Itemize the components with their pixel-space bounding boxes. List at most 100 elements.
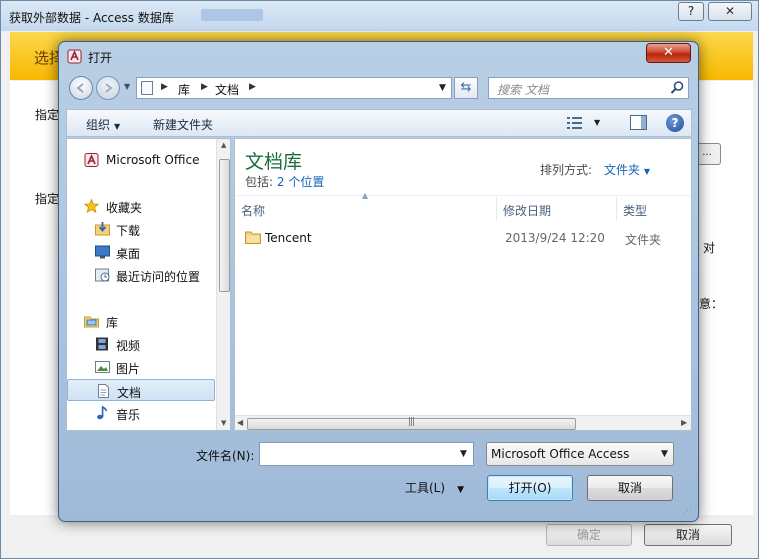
sidebar-item-downloads[interactable]: 下载 [67, 218, 215, 240]
scroll-thumb[interactable]: ||| [247, 417, 576, 430]
file-row[interactable]: Tencent 2013/9/24 12:20 文件夹 [235, 225, 691, 251]
address-bar[interactable]: ▶ 库 ▶ 文档 ▶ ▼ [136, 77, 452, 99]
dialog-title: 打开 [88, 51, 113, 65]
forward-arrow-icon [105, 83, 113, 93]
background-label-specify-1: 指定 [35, 108, 60, 122]
access-icon [67, 49, 82, 64]
resize-grip-icon[interactable]: ⋰ [683, 506, 692, 516]
file-name-input[interactable] [260, 443, 455, 465]
column-header-type[interactable]: 类型 [617, 197, 691, 221]
forward-button[interactable] [96, 76, 120, 100]
open-button[interactable]: 打开(O) [487, 475, 573, 501]
search-box[interactable]: 搜索 文档 [488, 77, 689, 99]
column-header-divider [235, 195, 691, 196]
chevron-down-icon: ▼ [457, 485, 464, 495]
video-icon [96, 337, 108, 351]
search-placeholder: 搜索 文档 [497, 83, 549, 97]
sidebar-item-label: 库 [106, 316, 119, 330]
file-name: Tencent [265, 231, 312, 245]
file-list-pane: 文档库 包括: 2 个位置 排列方式: 文件夹 ▼ ▲ 名称 修改日期 类型 T… [234, 138, 692, 431]
address-segment-documents[interactable]: 文档 [215, 81, 239, 98]
view-list-icon[interactable] [567, 117, 583, 129]
chevron-down-icon: ▼ [643, 167, 650, 176]
background-titlebar: 获取外部数据 - Access 数据库 ? ✕ [1, 1, 758, 31]
file-type: 文件夹 [625, 233, 662, 247]
search-icon[interactable] [669, 80, 685, 96]
organize-button[interactable]: 组织 ▼ [86, 116, 120, 133]
cancel-button[interactable]: 取消 [587, 475, 673, 501]
tools-button[interactable]: 工具(L) ▼ [405, 479, 464, 496]
file-type-value: Microsoft Office Access [491, 447, 630, 461]
sidebar-item-label: 最近访问的位置 [116, 270, 201, 284]
library-includes: 包括: 2 个位置 [245, 173, 324, 190]
chevron-down-icon: ▼ [661, 449, 668, 459]
arrange-by-dropdown[interactable]: 文件夹 ▼ [604, 161, 650, 178]
file-modified-date: 2013/9/24 12:20 [505, 231, 605, 245]
library-title: 文档库 [245, 151, 303, 173]
sidebar-item-label: 下载 [116, 224, 141, 238]
desktop-icon [95, 245, 110, 259]
sidebar-item-documents[interactable]: 文档 [67, 379, 215, 401]
sidebar-item-libraries[interactable]: 库 [67, 310, 215, 332]
picture-icon [95, 361, 110, 373]
sidebar-item-videos[interactable]: 视频 [67, 333, 215, 355]
background-ok-button[interactable]: 确定 [546, 524, 632, 546]
file-type-select[interactable]: Microsoft Office Access ▼ [486, 442, 674, 466]
file-name-combobox[interactable]: ▼ [259, 442, 474, 466]
includes-label: 包括: [245, 175, 274, 189]
background-cancel-button[interactable]: 取消 [644, 524, 732, 546]
navigation-pane: Microsoft Office 收藏夹 下载 桌面 最近访问的位置 库 视频 [66, 138, 231, 431]
sidebar-item-favorites[interactable]: 收藏夹 [67, 195, 215, 217]
sidebar-item-recent-places[interactable]: 最近访问的位置 [67, 264, 215, 286]
navigation-pane-scrollbar[interactable]: ▲ ▼ [216, 139, 230, 430]
sidebar-item-label: 视频 [116, 339, 141, 353]
back-arrow-icon [76, 83, 84, 93]
background-label-right-2: 意： [699, 297, 724, 311]
document-icon [98, 384, 109, 398]
open-dialog: 打开 ✕ ▼ ▶ 库 ▶ 文档 ▶ ▼ ⇆ 搜索 文档 组织▼ 新建文件夹 ▼ [58, 41, 699, 522]
scroll-right-icon[interactable]: ▶ [681, 418, 687, 427]
background-label-specify-2: 指定 [35, 192, 60, 206]
scroll-left-icon[interactable]: ◀ [237, 418, 243, 427]
chevron-right-icon[interactable]: ▶ [161, 82, 168, 92]
chevron-right-icon[interactable]: ▶ [249, 82, 256, 92]
sidebar-item-pictures[interactable]: 图片 [67, 356, 215, 378]
chevron-down-icon[interactable]: ▼ [460, 449, 467, 459]
recent-places-icon [95, 268, 110, 282]
download-folder-icon [95, 222, 110, 236]
sidebar-item-music[interactable]: 音乐 [67, 402, 215, 424]
chevron-right-icon[interactable]: ▶ [201, 82, 208, 92]
sidebar-item-desktop[interactable]: 桌面 [67, 241, 215, 263]
sidebar-item-label: 文档 [117, 386, 142, 400]
sidebar-item-label: 收藏夹 [106, 201, 143, 215]
background-close-button[interactable]: ✕ [708, 2, 752, 21]
scroll-thumb[interactable] [219, 159, 230, 292]
background-help-button[interactable]: ? [678, 2, 704, 21]
refresh-button[interactable]: ⇆ [454, 77, 478, 99]
back-button[interactable] [69, 76, 93, 100]
preview-pane-icon[interactable] [630, 115, 647, 130]
address-dropdown-icon[interactable]: ▼ [439, 83, 446, 93]
chevron-down-icon: ▼ [114, 122, 121, 131]
sidebar-item-label: Microsoft Office [106, 153, 200, 167]
scroll-down-icon[interactable]: ▼ [221, 419, 226, 427]
scroll-grip-icon: ||| [408, 417, 415, 427]
background-title-redacted [201, 9, 263, 21]
new-folder-button[interactable]: 新建文件夹 [153, 116, 213, 133]
view-dropdown-icon[interactable]: ▼ [594, 118, 600, 127]
star-icon [84, 199, 99, 213]
recent-locations-dropdown-icon[interactable]: ▼ [124, 82, 130, 91]
column-header-name[interactable]: 名称 [235, 197, 497, 221]
file-list-scrollbar[interactable]: ◀ ||| ▶ [235, 415, 691, 430]
sidebar-item-microsoft-office[interactable]: Microsoft Office [67, 149, 215, 171]
dialog-close-button[interactable]: ✕ [646, 43, 691, 63]
access-icon [84, 153, 99, 167]
includes-locations-link[interactable]: 2 个位置 [277, 175, 324, 189]
scroll-up-icon[interactable]: ▲ [221, 141, 226, 149]
library-icon [84, 316, 99, 328]
organize-label: 组织 [86, 118, 111, 132]
help-icon[interactable]: ? [666, 114, 684, 132]
column-header-date[interactable]: 修改日期 [497, 197, 617, 221]
document-location-icon [141, 81, 153, 95]
address-segment-library[interactable]: 库 [178, 81, 190, 98]
